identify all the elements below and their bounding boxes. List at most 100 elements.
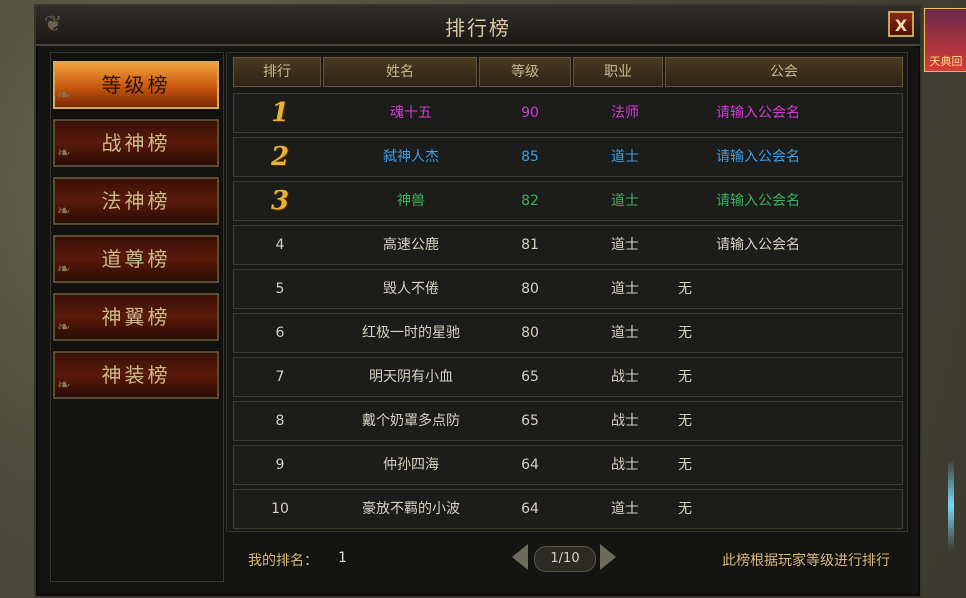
- table-row[interactable]: 6 红极一时的星驰 80 道士 无: [233, 313, 903, 353]
- level-cell: 64: [521, 501, 539, 517]
- table-row[interactable]: 1 魂十五 90 法师 请输入公会名: [233, 93, 903, 133]
- level-cell: 80: [521, 325, 539, 341]
- header-rank: 排行: [233, 57, 321, 87]
- guild-cell: 无: [678, 369, 692, 385]
- tab-label: 战神榜: [101, 131, 171, 155]
- tab-ornament-icon: ❧: [57, 375, 74, 394]
- tab-ornament-icon: ❧: [57, 317, 74, 336]
- rank-cell: 8: [275, 413, 285, 429]
- my-rank-value: 1: [338, 550, 347, 566]
- my-rank-label: 我的排名：: [248, 553, 318, 569]
- tab-label: 神装榜: [101, 363, 171, 387]
- tab-4[interactable]: ❧ 神翼榜: [53, 293, 219, 341]
- tab-0[interactable]: ❧ 等级榜: [53, 61, 219, 109]
- level-cell: 90: [521, 105, 539, 121]
- table-row[interactable]: 9 仲孙四海 64 战士 无: [233, 445, 903, 485]
- name-cell: 毁人不倦: [383, 281, 439, 297]
- job-cell: 道士: [611, 193, 639, 209]
- guild-cell: 无: [678, 281, 692, 297]
- ranking-window: ❦ 排行榜 X ❧ 等级榜 ❧ 战神榜 ❧ 法神榜 ❧ 道尊榜 ❧ 神翼榜 ❧ 神装榜 排行 姓名 等…: [34, 4, 922, 598]
- table-row[interactable]: 3 神兽 82 道士 请输入公会名: [233, 181, 903, 221]
- rank-cell: 1: [270, 98, 290, 128]
- rank-cell: 7: [275, 369, 285, 385]
- titlebar: ❦ 排行榜 X: [36, 6, 920, 46]
- name-cell: 豪放不羁的小波: [362, 501, 460, 517]
- guild-cell: 请输入公会名: [716, 237, 800, 253]
- level-cell: 80: [521, 281, 539, 297]
- tab-1[interactable]: ❧ 战神榜: [53, 119, 219, 167]
- tab-label: 道尊榜: [101, 247, 171, 271]
- name-cell: 神兽: [397, 193, 425, 209]
- tab-ornament-icon: ❧: [57, 259, 74, 278]
- guild-cell: 请输入公会名: [716, 149, 800, 165]
- table-row[interactable]: 7 明天阴有小血 65 战士 无: [233, 357, 903, 397]
- prev-page-icon[interactable]: [512, 544, 528, 570]
- job-cell: 法师: [611, 105, 639, 121]
- header-job: 职业: [573, 57, 663, 87]
- job-cell: 战士: [611, 413, 639, 429]
- tab-label: 神翼榜: [101, 305, 171, 329]
- name-cell: 魂十五: [390, 105, 432, 121]
- rank-cell: 6: [275, 325, 285, 341]
- tab-ornament-icon: ❧: [57, 201, 74, 220]
- level-cell: 81: [521, 237, 539, 253]
- event-icon-label: 天典回: [929, 55, 963, 68]
- glow-effect: [948, 460, 954, 550]
- table-row[interactable]: 4 高速公鹿 81 道士 请输入公会名: [233, 225, 903, 265]
- rank-cell: 10: [271, 501, 289, 517]
- event-icon[interactable]: 天典回: [924, 8, 966, 72]
- close-button[interactable]: X: [888, 11, 914, 37]
- job-cell: 战士: [611, 369, 639, 385]
- ranking-tabs: ❧ 等级榜 ❧ 战神榜 ❧ 法神榜 ❧ 道尊榜 ❧ 神翼榜 ❧ 神装榜: [50, 52, 224, 582]
- pager: 1/10: [512, 542, 616, 574]
- guild-cell: 无: [678, 325, 692, 341]
- header-name: 姓名: [323, 57, 477, 87]
- tab-ornament-icon: ❧: [57, 143, 74, 162]
- name-cell: 高速公鹿: [383, 237, 439, 253]
- level-cell: 64: [521, 457, 539, 473]
- table-row[interactable]: 8 戴个奶罩多点防 65 战士 无: [233, 401, 903, 441]
- level-cell: 85: [521, 149, 539, 165]
- job-cell: 道士: [611, 281, 639, 297]
- job-cell: 道士: [611, 501, 639, 517]
- tab-2[interactable]: ❧ 法神榜: [53, 177, 219, 225]
- ranking-table: 排行 姓名 等级 职业 公会 1 魂十五 90 法师 请输入公会名 2 弑神人杰 85 道士 请输…: [226, 52, 908, 532]
- name-cell: 戴个奶罩多点防: [362, 413, 460, 429]
- guild-cell: 无: [678, 501, 692, 517]
- name-cell: 明天阴有小血: [369, 369, 453, 385]
- rank-cell: 5: [275, 281, 285, 297]
- page-indicator: 1/10: [534, 546, 596, 572]
- header-level: 等级: [479, 57, 571, 87]
- guild-cell: 请输入公会名: [716, 105, 800, 121]
- rank-cell: 4: [275, 237, 285, 253]
- job-cell: 道士: [611, 149, 639, 165]
- job-cell: 战士: [611, 457, 639, 473]
- rank-cell: 2: [270, 142, 290, 172]
- job-cell: 道士: [611, 237, 639, 253]
- level-cell: 65: [521, 369, 539, 385]
- rank-cell: 3: [270, 186, 290, 216]
- table-row[interactable]: 5 毁人不倦 80 道士 无: [233, 269, 903, 309]
- level-cell: 82: [521, 193, 539, 209]
- tab-3[interactable]: ❧ 道尊榜: [53, 235, 219, 283]
- name-cell: 弑神人杰: [383, 149, 439, 165]
- job-cell: 道士: [611, 325, 639, 341]
- ranking-note: 此榜根据玩家等级进行排行: [722, 553, 890, 569]
- tab-label: 法神榜: [101, 189, 171, 213]
- table-row[interactable]: 2 弑神人杰 85 道士 请输入公会名: [233, 137, 903, 177]
- footer: 我的排名： 1 1/10 此榜根据玩家等级进行排行: [226, 536, 906, 582]
- rank-cell: 9: [275, 457, 285, 473]
- guild-cell: 无: [678, 413, 692, 429]
- name-cell: 红极一时的星驰: [362, 325, 460, 341]
- tab-5[interactable]: ❧ 神装榜: [53, 351, 219, 399]
- name-cell: 仲孙四海: [383, 457, 439, 473]
- next-page-icon[interactable]: [600, 544, 616, 570]
- table-row[interactable]: 10 豪放不羁的小波 64 道士 无: [233, 489, 903, 529]
- tab-label: 等级榜: [101, 73, 171, 97]
- tab-ornament-icon: ❧: [57, 85, 74, 104]
- guild-cell: 无: [678, 457, 692, 473]
- guild-cell: 请输入公会名: [716, 193, 800, 209]
- level-cell: 65: [521, 413, 539, 429]
- header-guild: 公会: [665, 57, 903, 87]
- window-title: 排行榜: [445, 16, 511, 40]
